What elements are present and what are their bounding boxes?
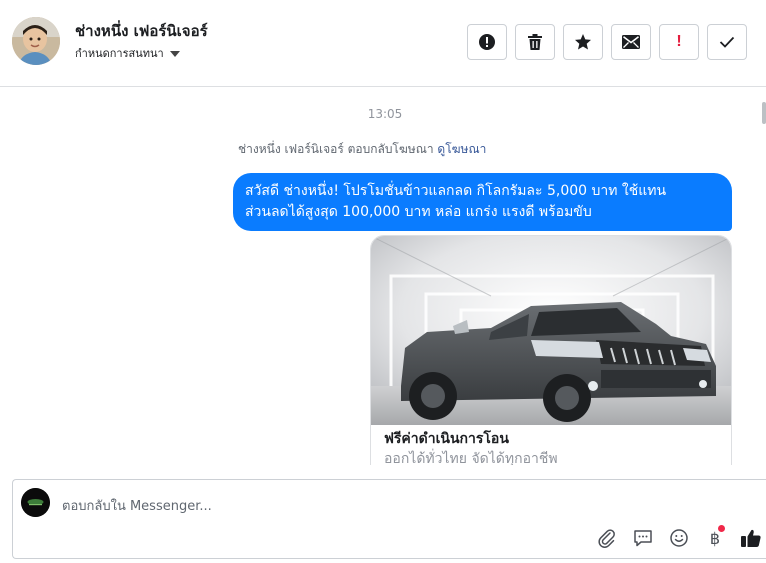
trash-icon bbox=[528, 34, 542, 50]
ad-reply-notice: ช่างหนึ่ง เฟอร์นิเจอร์ ตอบกลับโฆษณา ดูโฆ… bbox=[238, 140, 486, 159]
mark-important-button[interactable]: ! bbox=[659, 24, 699, 60]
outgoing-message-bubble[interactable]: สวัสดี ช่างหนึ่ง! โปรโมชั่นข้าวแลกลด กิโ… bbox=[233, 173, 732, 231]
exclamation-mark-icon: ! bbox=[676, 33, 682, 50]
ad-card-title: ฟรีค่าดำเนินการโอน bbox=[384, 431, 509, 447]
saved-replies-button[interactable] bbox=[625, 527, 661, 549]
thread-actions: ! bbox=[467, 24, 747, 60]
paperclip-icon bbox=[598, 529, 615, 548]
report-spam-button[interactable] bbox=[467, 24, 507, 60]
attach-file-button[interactable] bbox=[589, 527, 625, 549]
contact-name[interactable]: ช่างหนึ่ง เฟอร์นิเจอร์ bbox=[75, 19, 208, 43]
assign-conversation-dropdown[interactable]: กำหนดการสนทนา bbox=[75, 44, 180, 62]
caret-down-icon bbox=[169, 50, 180, 57]
mark-done-button[interactable] bbox=[707, 24, 747, 60]
thumbs-up-icon bbox=[741, 529, 761, 547]
ad-card[interactable]: ฟรีค่าดำเนินการโอน ออกได้ทั่วไทย จัดได้ท… bbox=[370, 235, 732, 465]
checkmark-icon bbox=[719, 36, 735, 48]
message-text-line-1: สวัสดี ช่างหนึ่ง! โปรโมชั่นข้าวแลกลด กิโ… bbox=[245, 183, 667, 199]
thread-header: ช่างหนึ่ง เฟอร์นิเจอร์ กำหนดการสนทนา ! bbox=[0, 0, 766, 87]
messenger-inbox-thread: ช่างหนึ่ง เฟอร์นิเจอร์ กำหนดการสนทนา ! 1… bbox=[0, 0, 766, 563]
emoji-icon bbox=[670, 529, 688, 547]
ad-card-image bbox=[371, 236, 731, 425]
composer-tools: ฿ bbox=[589, 525, 766, 549]
reply-input[interactable]: ตอบกลับใน Messenger... bbox=[62, 495, 212, 516]
like-button[interactable] bbox=[733, 527, 766, 549]
assign-conversation-label: กำหนดการสนทนา bbox=[75, 47, 164, 60]
reply-composer: ตอบกลับใน Messenger... ฿ bbox=[12, 479, 766, 559]
star-icon bbox=[575, 34, 591, 50]
exclamation-circle-icon bbox=[479, 34, 495, 50]
saved-replies-icon bbox=[634, 530, 652, 547]
message-list[interactable]: 13:05 ช่างหนึ่ง เฟอร์นิเจอร์ ตอบกลับโฆษณ… bbox=[0, 88, 766, 465]
view-ad-link[interactable]: ดูโฆษณา bbox=[437, 142, 486, 156]
message-timestamp: 13:05 bbox=[367, 107, 403, 121]
page-avatar bbox=[21, 488, 50, 517]
payment-button[interactable]: ฿ bbox=[697, 525, 733, 549]
message-text-line-2: ส่วนลดได้สูงสุด 100,000 บาท หล่อ แกร่ง แ… bbox=[245, 204, 592, 220]
contact-avatar[interactable] bbox=[12, 17, 60, 65]
envelope-icon bbox=[622, 35, 640, 49]
mark-unread-button[interactable] bbox=[611, 24, 651, 60]
emoji-button[interactable] bbox=[661, 527, 697, 549]
delete-button[interactable] bbox=[515, 24, 555, 60]
star-button[interactable] bbox=[563, 24, 603, 60]
ad-card-subtitle: ออกได้ทั่วไทย จัดได้ทุกอาชีพ bbox=[384, 451, 558, 465]
ad-reply-notice-text: ช่างหนึ่ง เฟอร์นิเจอร์ ตอบกลับโฆษณา bbox=[238, 142, 434, 156]
notification-dot bbox=[718, 525, 725, 532]
